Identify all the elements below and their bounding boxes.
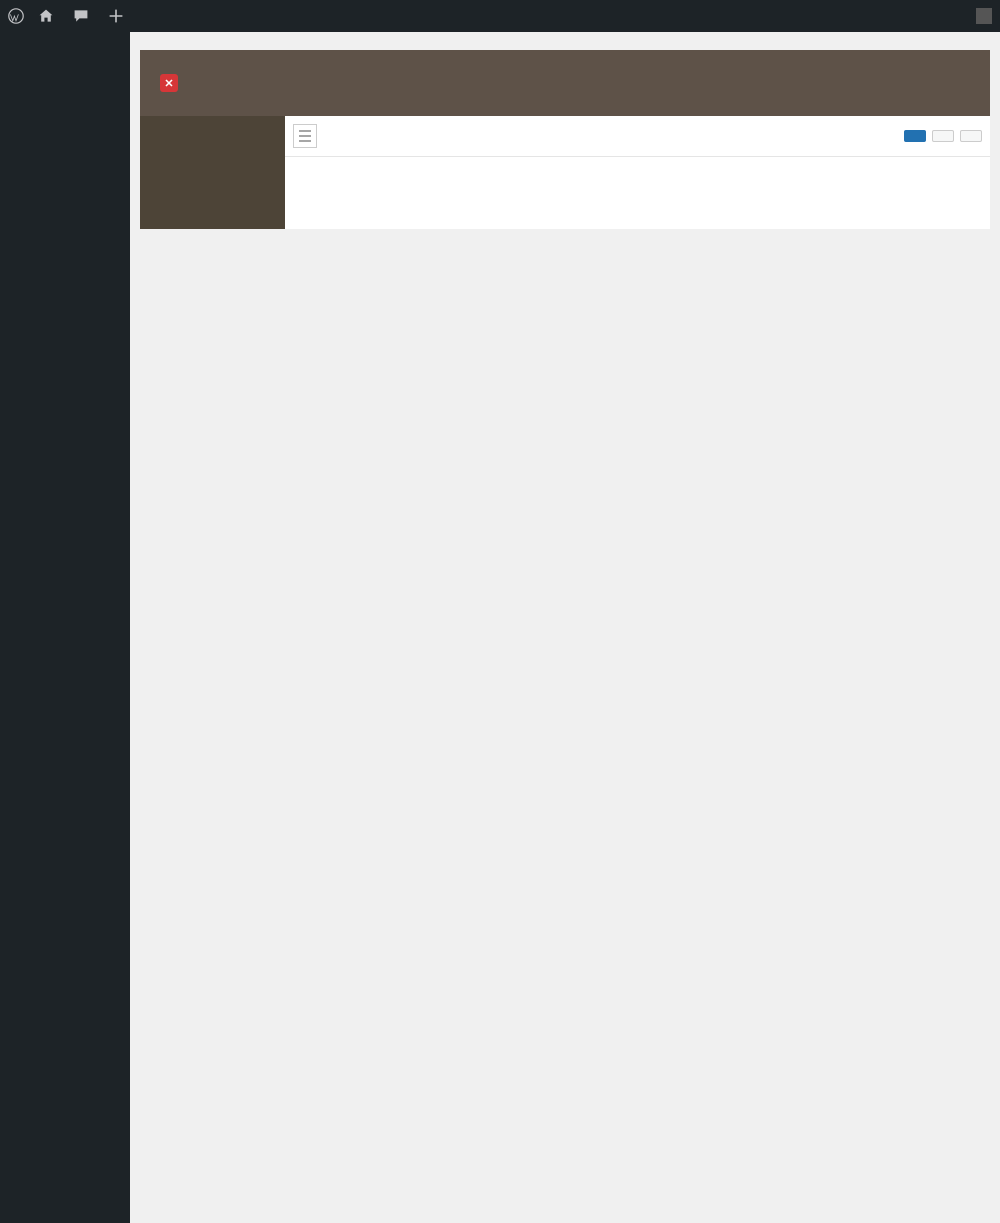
new-link[interactable] xyxy=(108,8,129,24)
reset-all-button[interactable] xyxy=(960,130,982,142)
site-link[interactable] xyxy=(38,8,59,24)
admin-bar xyxy=(0,0,1000,32)
settings-sidemenu xyxy=(140,116,285,229)
save-button[interactable] xyxy=(904,130,926,142)
page-header: ✕ xyxy=(140,50,990,116)
hamburger-icon[interactable] xyxy=(293,124,317,148)
admin-menu xyxy=(0,32,130,1223)
reset-section-button[interactable] xyxy=(932,130,954,142)
comments-link[interactable] xyxy=(73,8,94,24)
avatar[interactable] xyxy=(976,8,992,24)
close-icon: ✕ xyxy=(160,74,178,92)
wp-logo[interactable] xyxy=(8,8,24,24)
